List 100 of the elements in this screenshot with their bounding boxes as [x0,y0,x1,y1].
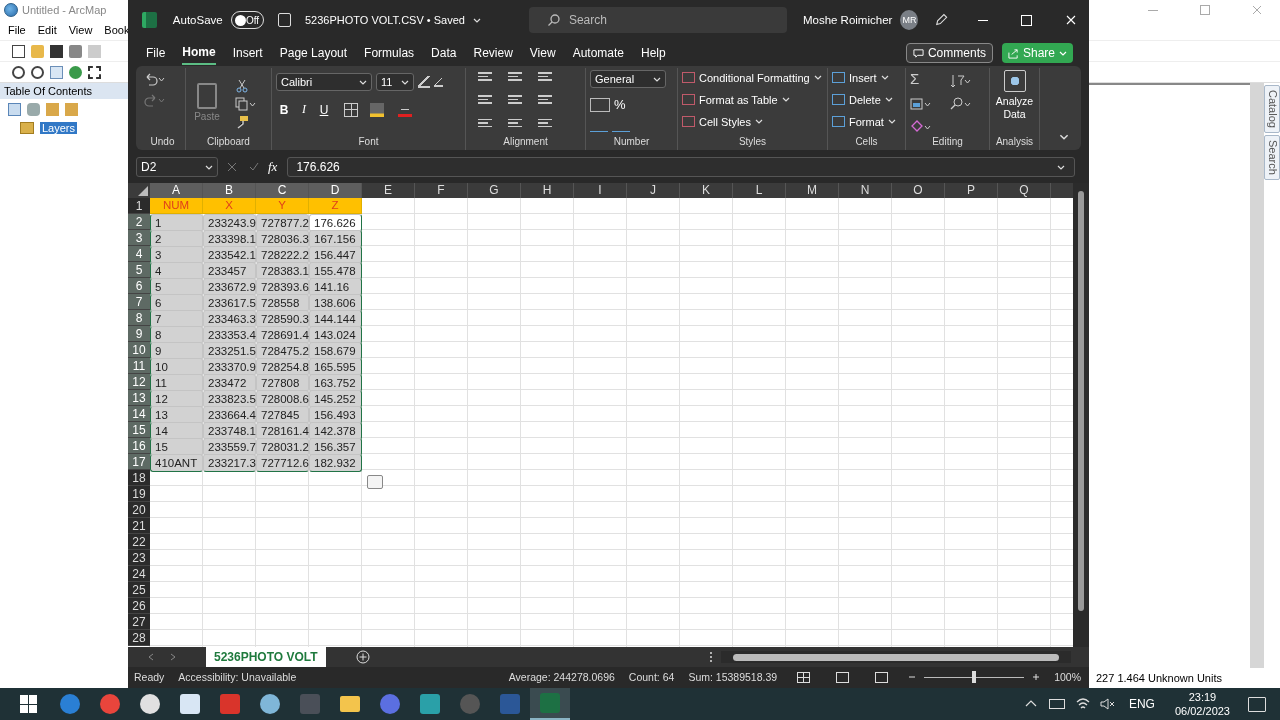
comments-button[interactable]: Comments [905,43,993,63]
row-header[interactable]: 8 [128,310,150,326]
row-header[interactable]: 25 [128,582,150,598]
zoom-in-icon[interactable] [12,65,25,79]
side-tab[interactable]: Catalog [1264,85,1280,133]
clock-time[interactable]: 23:19 [1188,690,1217,704]
ribbon-tab[interactable]: Automate [572,42,624,64]
printer-icon[interactable] [69,44,82,58]
ribbon-tab[interactable]: Insert [232,42,263,64]
extent-icon[interactable] [88,65,101,79]
paste-options-icon[interactable] [367,475,383,489]
row-header[interactable]: 18 [128,470,150,486]
grow-font-icon[interactable] [418,76,430,88]
row-header[interactable]: 7 [128,294,150,310]
styles-button[interactable]: Cell Styles [682,112,823,131]
row-header[interactable]: 16 [128,438,150,454]
scissors-icon[interactable] [235,79,249,93]
row-header[interactable]: 26 [128,598,150,614]
ribbon-tab[interactable]: Page Layout [279,42,348,64]
layer-item[interactable]: Layers [40,122,78,134]
column-header[interactable]: C [256,183,309,198]
row-header[interactable]: 5 [128,262,150,278]
next-sheet-icon[interactable] [170,653,176,661]
row-header[interactable]: 1 [128,198,150,214]
cells-button[interactable]: Insert [832,68,901,87]
menu-item[interactable]: View [68,24,93,36]
caret-icon[interactable] [472,17,481,23]
zoom-out-icon[interactable] [908,673,917,681]
enter-icon[interactable] [249,162,259,172]
column-header[interactable]: A [150,183,203,198]
row-header[interactable]: 12 [128,374,150,390]
ribbon-tab[interactable]: View [529,42,556,64]
percent-button[interactable]: % [614,97,626,112]
scrollbar[interactable] [1250,83,1264,668]
row-header[interactable]: 20 [128,502,150,518]
row-header[interactable]: 13 [128,390,150,406]
bold-button[interactable]: B [276,102,292,117]
row-header[interactable]: 27 [128,614,150,630]
save-icon[interactable] [50,44,63,58]
row-header[interactable]: 23 [128,550,150,566]
autosum-button[interactable]: Σ [910,70,946,88]
row-header[interactable]: 6 [128,278,150,294]
menu-item[interactable]: File [8,24,26,36]
pen-icon[interactable] [934,12,949,28]
styles-button[interactable]: Conditional Formatting [682,68,823,87]
row-header[interactable]: 4 [128,246,150,262]
copy-icon[interactable] [235,97,257,111]
cells-button[interactable]: Format [832,112,901,131]
battery-icon[interactable] [1048,699,1065,709]
save-icon[interactable] [278,13,291,27]
number-format-dropdown[interactable]: General [590,70,666,88]
row-header[interactable]: 22 [128,534,150,550]
add-sheet-icon[interactable] [355,650,370,664]
currency-icon[interactable] [590,97,610,112]
list-icon[interactable] [8,103,21,116]
row-header[interactable]: 21 [128,518,150,534]
sort-filter-icon[interactable] [950,74,972,88]
undo-icon[interactable] [144,72,166,86]
side-tab[interactable]: Search [1264,134,1280,180]
muted-speaker-icon[interactable] [1098,696,1115,712]
menu-item[interactable]: Edit [37,24,57,36]
ribbon-tab[interactable]: File [146,42,166,64]
eraser-icon[interactable] [910,120,932,134]
row-header[interactable]: 24 [128,566,150,582]
new-document-icon[interactable] [12,44,25,58]
avatar[interactable]: MR [900,10,919,30]
expand-icon[interactable] [1057,164,1065,170]
fill-icon[interactable] [910,97,932,111]
scrollbar[interactable] [721,651,1071,663]
zoom-out-icon[interactable] [31,65,44,79]
row-header[interactable]: 2 [128,214,150,230]
column-header[interactable]: D [309,183,362,198]
styles-button[interactable]: Format as Table [682,90,823,109]
search-icon[interactable] [950,97,972,111]
sheet-tab[interactable]: 5236PHOTO VOLT [206,647,326,667]
row-header[interactable]: 28 [128,630,150,646]
search-field[interactable]: Search [528,7,787,33]
row-header[interactable]: 11 [128,358,150,374]
notifications-icon[interactable] [1248,696,1266,712]
language-indicator[interactable]: ENG [1128,697,1155,711]
borders-icon[interactable] [344,102,358,117]
paintbrush-icon[interactable] [235,115,249,129]
underline-button[interactable]: U [316,102,332,117]
menu-item[interactable]: Book [104,24,130,36]
column-header[interactable]: B [203,183,256,198]
spreadsheet-app-icon[interactable] [530,688,570,720]
start-icon[interactable] [20,695,38,713]
name-box[interactable]: D2 [136,157,218,177]
cancel-icon[interactable] [227,162,237,172]
clock-date[interactable]: 06/02/2023 [1174,704,1230,718]
font-dropdown[interactable]: Calibri [276,73,372,91]
previous-sheet-icon[interactable] [148,653,154,661]
italic-button[interactable]: I [296,102,312,117]
fill-color-icon[interactable] [370,102,384,117]
ribbon-tab[interactable]: Review [473,42,513,64]
row-header[interactable]: 19 [128,486,150,502]
row-header[interactable]: 15 [128,422,150,438]
ribbon-tab[interactable]: Formulas [364,42,415,64]
globe-icon[interactable] [69,65,82,79]
pan-icon[interactable] [50,65,63,79]
